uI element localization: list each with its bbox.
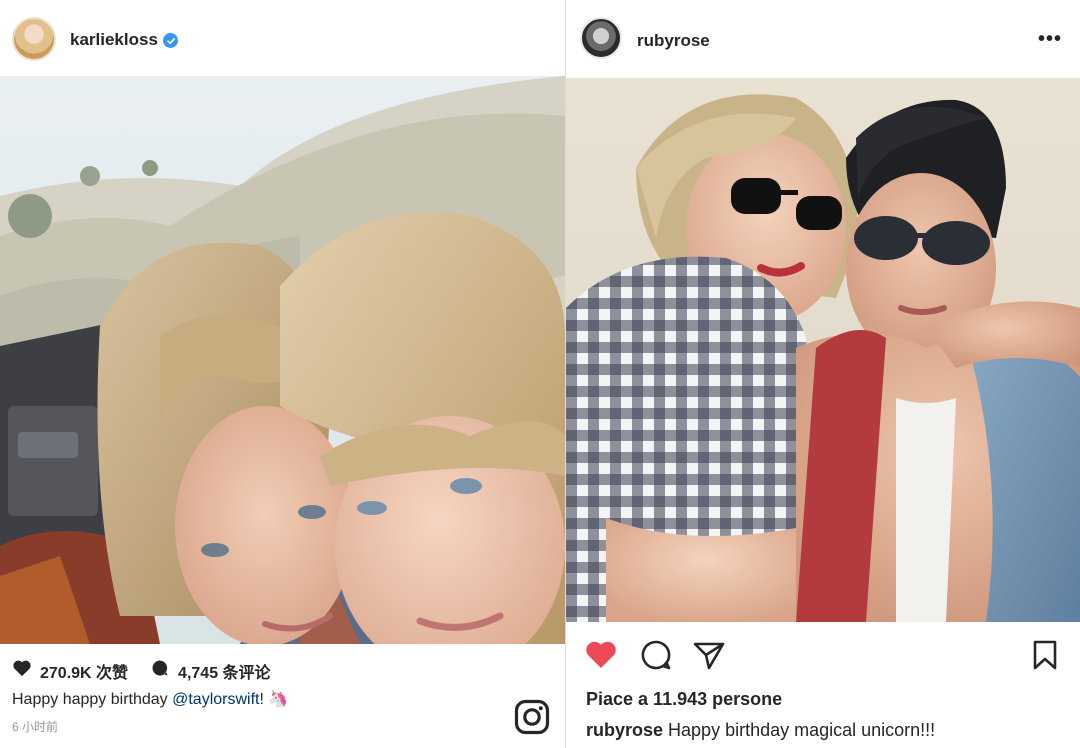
post-actions <box>566 636 1080 676</box>
instagram-logo-icon <box>514 699 550 735</box>
comment-icon[interactable] <box>639 638 673 672</box>
heart-filled-icon[interactable] <box>584 638 618 672</box>
caption-text: Happy birthday magical unicorn!!! <box>663 720 936 740</box>
post-photo[interactable] <box>566 78 1080 622</box>
likes-count[interactable]: Piace a 11.943 persone <box>586 689 782 710</box>
username[interactable]: karliekloss <box>70 30 158 50</box>
likes-count: 270.9K 次赞 <box>40 664 129 682</box>
comment-icon <box>150 658 170 683</box>
comments-count: 4,745 条评论 <box>178 664 271 682</box>
post-timestamp: 6 小时前 <box>12 720 59 734</box>
avatar[interactable] <box>580 17 622 59</box>
caption-text: Happy happy birthday <box>12 691 173 708</box>
share-icon[interactable] <box>692 638 726 672</box>
post-photo[interactable] <box>0 76 565 644</box>
bookmark-icon[interactable] <box>1028 638 1062 672</box>
right-post: rubyrose ••• Piace a 11.943 persone ruby… <box>565 0 1080 748</box>
unicorn-emoji: 🦄 <box>268 691 289 708</box>
avatar[interactable] <box>12 17 56 61</box>
post-header: rubyrose ••• <box>566 0 1080 76</box>
post-header: karliekloss <box>0 0 565 76</box>
more-options-icon[interactable]: ••• <box>1038 29 1062 49</box>
comments-group[interactable]: 4,745 条评论 <box>150 658 271 683</box>
verified-badge-icon <box>163 33 178 48</box>
caption-mention[interactable]: @taylorswift! <box>172 691 264 708</box>
post-caption: rubyrose Happy birthday magical unicorn!… <box>586 720 935 741</box>
username[interactable]: rubyrose <box>637 31 710 51</box>
likes-group[interactable]: 270.9K 次赞 <box>12 659 128 683</box>
left-post: karliekloss 270.9K 次赞 4,745 条评论 Happy ha… <box>0 0 565 748</box>
caption-username[interactable]: rubyrose <box>586 720 663 740</box>
post-caption: Happy happy birthday @taylorswift! 🦄 <box>12 689 288 709</box>
post-stats: 270.9K 次赞 4,745 条评论 <box>12 658 293 683</box>
heart-icon <box>12 659 32 682</box>
